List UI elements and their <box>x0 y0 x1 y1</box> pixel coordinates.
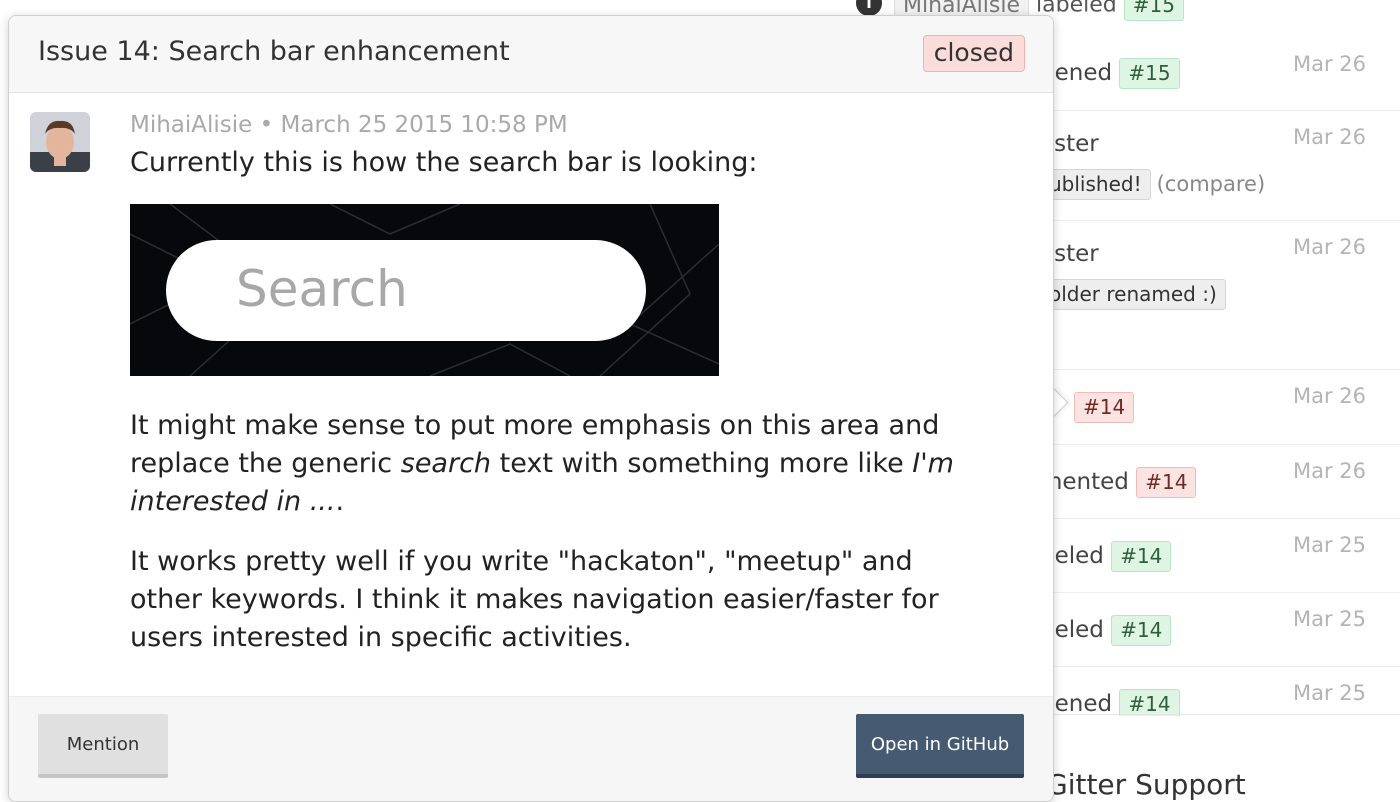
activity-detail: ublished! (compare) <box>1040 169 1265 200</box>
activity-detail: older renamed :) <box>1040 279 1226 310</box>
activity-date: Mar 26 <box>1292 235 1366 259</box>
commit-message: older renamed :) <box>1040 279 1226 310</box>
activity-row: #14 Mar 26 <box>1040 370 1400 445</box>
activity-date: Mar 26 <box>1292 125 1366 149</box>
activity-row: aster older renamed :) Mar 26 <box>1040 221 1400 370</box>
activity-date: Mar 25 <box>1292 681 1366 705</box>
activity-text: beled #14 <box>1040 541 1172 572</box>
issue-tag[interactable]: #14 <box>1111 541 1172 572</box>
search-pill: Search <box>166 240 646 341</box>
issue-tag[interactable]: #15 <box>1119 58 1180 89</box>
room-title[interactable]: Gitter Support <box>1046 768 1246 801</box>
issue-tag[interactable]: #14 <box>1074 392 1135 423</box>
mention-button[interactable]: Mention <box>38 714 168 778</box>
search-bar-screenshot: Search <box>130 204 719 376</box>
info-icon: i <box>856 0 882 16</box>
activity-text: #14 <box>1074 392 1135 423</box>
issue-tag[interactable]: #14 <box>1119 689 1180 716</box>
activity-row: aster ublished! (compare) Mar 26 <box>1040 111 1400 221</box>
comment-paragraph: Currently this is how the search bar is … <box>130 147 758 178</box>
issue-tag[interactable]: #14 <box>1111 615 1172 646</box>
compare-link[interactable]: (compare) <box>1157 172 1266 196</box>
issue-state-badge: closed <box>922 35 1025 72</box>
comment-meta: MihaiAlisie • March 25 2015 10:58 PM <box>130 112 568 138</box>
commit-message: ublished! <box>1040 169 1151 200</box>
search-pill-text: Search <box>236 260 408 318</box>
activity-row: beled #14 Mar 25 <box>1040 593 1400 667</box>
issue-tag[interactable]: #14 <box>1136 467 1197 498</box>
meta-separator: • <box>259 112 274 138</box>
activity-text: pened #15 <box>1040 58 1180 89</box>
activity-date: Mar 26 <box>1292 52 1366 76</box>
activity-text: mented #14 <box>1040 467 1197 498</box>
divider <box>1040 714 1400 715</box>
open-in-github-button[interactable]: Open in GitHub <box>856 714 1024 778</box>
activity-date: Mar 25 <box>1292 533 1366 557</box>
activity-row: mented #14 Mar 26 <box>1040 445 1400 519</box>
avatar[interactable] <box>30 112 90 172</box>
comment-paragraph: It might make sense to put more emphasis… <box>130 410 954 517</box>
activity-text: beled #14 <box>1040 615 1172 646</box>
activity-date: Mar 25 <box>1292 607 1366 631</box>
activity-date: Mar 26 <box>1292 459 1366 483</box>
comment-paragraph: It works pretty well if you write "hacka… <box>130 546 939 653</box>
issue-title: Issue 14: Search bar enhancement <box>38 36 510 67</box>
issue-popup: Issue 14: Search bar enhancement closed … <box>8 15 1054 802</box>
activity-date: Mar 26 <box>1292 384 1366 408</box>
comment-timestamp: March 25 2015 10:58 PM <box>280 112 568 138</box>
activity-row: beled #14 Mar 25 <box>1040 519 1400 593</box>
issue-tag[interactable]: #15 <box>1123 0 1184 21</box>
popup-header: Issue 14: Search bar enhancement closed <box>9 16 1053 93</box>
comment-author[interactable]: MihaiAlisie <box>130 112 252 138</box>
activity-row: pened #14 Mar 25 <box>1040 667 1400 716</box>
avatar-image <box>30 112 90 172</box>
popup-footer: Mention Open in GitHub <box>9 696 1053 801</box>
activity-text: pened #14 <box>1040 689 1180 716</box>
activity-row: pened #15 Mar 26 <box>1040 38 1400 111</box>
